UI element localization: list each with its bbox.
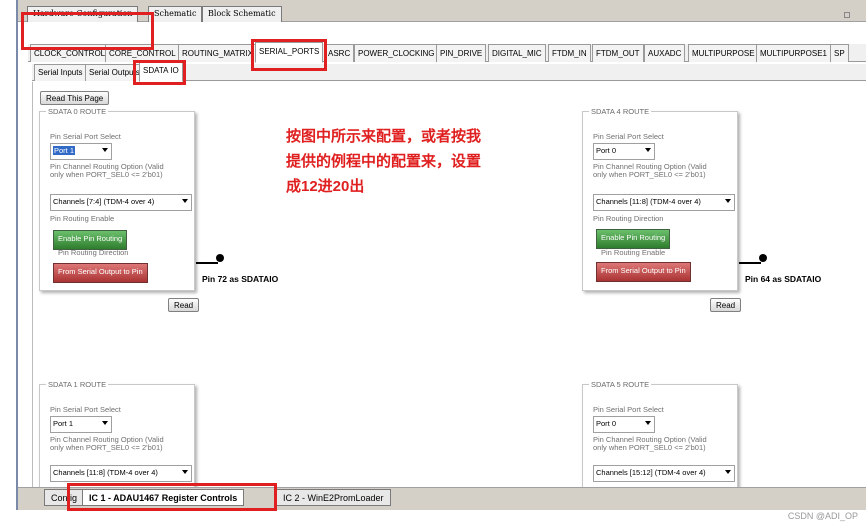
routing-direction-label: Pin Routing Direction [58,248,129,257]
routing-direction-button[interactable]: From Serial Output to Pin [53,263,148,283]
tab-block-schematic[interactable]: Block Schematic [202,6,282,22]
port-select-label: Pin Serial Port Select [593,132,664,141]
watermark: CSDN @ADI_OP [787,511,858,521]
port-select-label: Pin Serial Port Select [50,405,121,414]
pin-wire [739,262,761,264]
port-select-dropdown[interactable]: Port 1 [50,143,112,160]
routing-option-label-2: only when PORT_SEL0 <= 2'b01) [50,170,163,179]
pin-dot-icon [216,254,224,262]
channel-routing-dropdown[interactable]: Channels [11:8] (TDM-4 over 4) [50,465,192,482]
annotation-text: 按图中所示来配置，或者按我 提供的例程中的配置来，设置 成12进20出 [286,128,482,195]
tab-multipurpose1[interactable]: MULTIPURPOSE1 [756,44,831,62]
routing-direction-button[interactable]: From Serial Output to Pin [596,262,691,282]
routing-option-label-2: only when PORT_SEL0 <= 2'b01) [593,443,706,452]
sdata1-route-panel: SDATA 1 ROUTE Pin Serial Port Select Por… [39,380,195,487]
read-button[interactable]: Read [710,298,742,312]
chevron-down-icon [182,470,188,474]
sdata4-route-panel: SDATA 4 ROUTE Pin Serial Port Select Por… [582,107,738,291]
panel-title: SDATA 5 ROUTE [589,380,652,389]
highlight-box [67,483,277,511]
tab-asrc[interactable]: ASRC [324,44,355,62]
pin-64-label: Pin 64 as SDATAIO [745,274,822,284]
port-select-dropdown[interactable]: Port 0 [593,416,655,433]
read-this-page-button[interactable]: Read This Page [40,91,110,105]
tab-digital-mic[interactable]: DIGITAL_MIC [488,44,546,62]
scroll-arrow-icon[interactable] [844,12,850,18]
pin-72-label: Pin 72 as SDATAIO [202,274,279,284]
port-select-dropdown[interactable]: Port 0 [593,143,655,160]
chevron-down-icon [102,148,108,152]
tab-pin-drive[interactable]: PIN_DRIVE [436,44,487,62]
read-button[interactable]: Read [168,298,200,312]
routing-enable-label: Pin Routing Enable [50,214,115,223]
port-select-label: Pin Serial Port Select [50,132,121,141]
chevron-down-icon [102,421,108,425]
routing-direction-label: Pin Routing Direction [593,214,664,223]
tab-ftdm-out[interactable]: FTDM_OUT [592,44,644,62]
channel-routing-dropdown[interactable]: Channels [15:12] (TDM-4 over 4) [593,465,735,482]
chevron-down-icon [645,148,651,152]
sdata0-route-panel: SDATA 0 ROUTE Pin Serial Port Select Por… [39,107,195,291]
tab-ic2-wine2promloader[interactable]: IC 2 - WinE2PromLoader [276,489,391,506]
chevron-down-icon [725,470,731,474]
tab-schematic[interactable]: Schematic [148,6,203,22]
port-select-label: Pin Serial Port Select [593,405,664,414]
enable-pin-routing-button[interactable]: Enable Pin Routing [596,229,671,249]
enable-pin-routing-button[interactable]: Enable Pin Routing [53,230,128,250]
tab-power-clocking[interactable]: POWER_CLOCKING [354,44,439,62]
pin-dot-icon [759,254,767,262]
tab-ftdm-in[interactable]: FTDM_IN [548,44,591,62]
routing-option-label-2: only when PORT_SEL0 <= 2'b01) [50,443,163,452]
highlight-box [133,60,186,85]
routing-enable-label: Pin Routing Enable [601,248,666,257]
tab-auxadc[interactable]: AUXADC [644,44,686,62]
port-select-dropdown[interactable]: Port 1 [50,416,112,433]
panel-title: SDATA 4 ROUTE [589,107,652,116]
chevron-down-icon [725,199,731,203]
panel-title: SDATA 0 ROUTE [46,107,109,116]
channel-routing-dropdown[interactable]: Channels [7:4] (TDM-4 over 4) [50,194,192,211]
tab-routing-matrix[interactable]: ROUTING_MATRIX [178,44,257,62]
channel-routing-dropdown[interactable]: Channels [11:8] (TDM-4 over 4) [593,194,735,211]
chevron-down-icon [182,199,188,203]
tab-multipurpose[interactable]: MULTIPURPOSE [688,44,759,62]
panel-title: SDATA 1 ROUTE [46,380,109,389]
highlight-box [21,12,154,50]
tab-sp[interactable]: SP [830,44,849,62]
highlight-box [251,39,327,71]
tab-serial-inputs[interactable]: Serial Inputs [34,64,87,81]
chevron-down-icon [645,421,651,425]
pin-wire [196,262,218,264]
sdata5-route-panel: SDATA 5 ROUTE Pin Serial Port Select Por… [582,380,738,487]
routing-option-label-2: only when PORT_SEL0 <= 2'b01) [593,170,706,179]
